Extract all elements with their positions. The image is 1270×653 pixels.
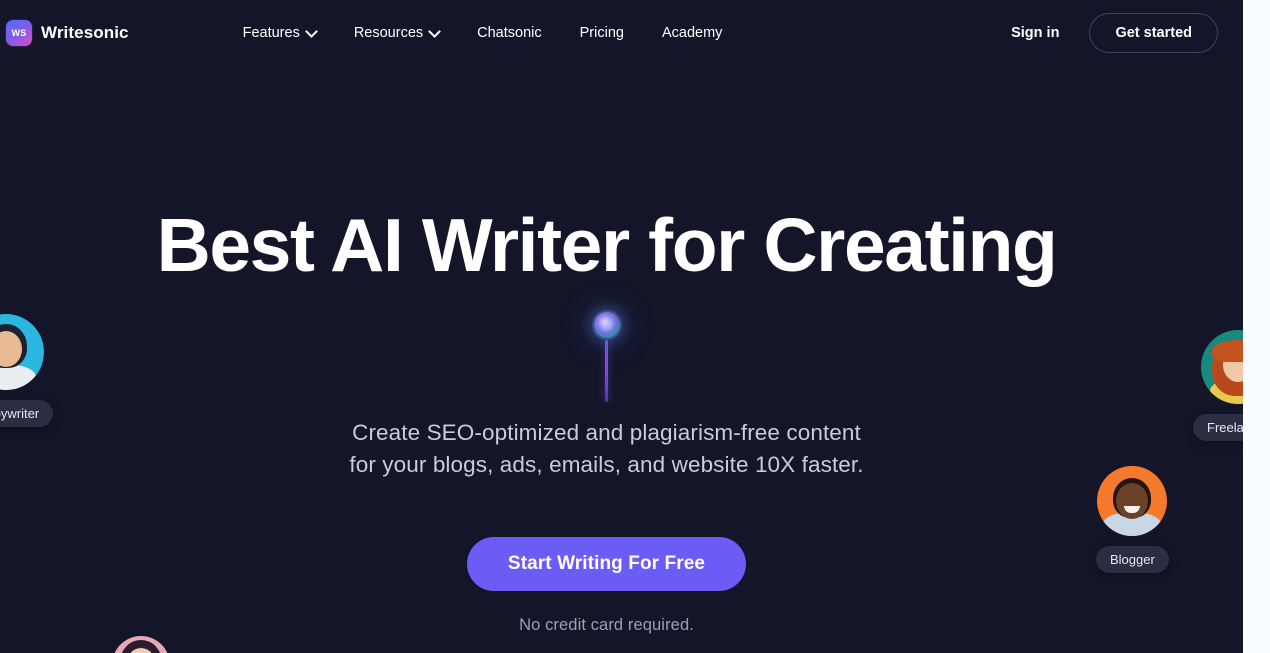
- nav-item-features[interactable]: Features: [224, 17, 335, 49]
- persona-copywriter[interactable]: Copywriter: [0, 314, 54, 427]
- persona-label: Copywriter: [0, 400, 54, 427]
- nav-item-label: Resources: [353, 25, 424, 41]
- persona-label: Blogger: [1096, 546, 1169, 573]
- text-caret-icon: [605, 340, 608, 402]
- persona-freelancer[interactable]: Freelancer: [1193, 330, 1243, 441]
- nav-item-pricing[interactable]: Pricing: [561, 17, 643, 49]
- no-credit-card-note: No credit card required.: [519, 616, 694, 634]
- avatar-illustration: [1201, 330, 1243, 404]
- site-viewport: WS Writesonic Features Resources Chatson…: [0, 0, 1243, 653]
- avatar-blogger: [1097, 466, 1168, 536]
- typing-cursor-animation: [0, 312, 1213, 402]
- brand-logo[interactable]: WS Writesonic: [6, 20, 129, 46]
- page-root: WS Writesonic Features Resources Chatson…: [0, 0, 1270, 653]
- glowing-orb-icon: [593, 312, 620, 338]
- hero-subheading-line-1: Create SEO-optimized and plagiarism-free…: [352, 420, 861, 445]
- nav-item-resources[interactable]: Resources: [335, 17, 458, 49]
- get-started-button[interactable]: Get started: [1089, 13, 1218, 53]
- nav-item-label: Pricing: [579, 25, 624, 41]
- writesonic-logo-icon: WS: [6, 20, 32, 46]
- avatar-illustration: [112, 636, 170, 653]
- top-navigation-bar: WS Writesonic Features Resources Chatson…: [0, 0, 1243, 66]
- page-right-gutter: [1243, 0, 1270, 653]
- start-writing-for-free-button[interactable]: Start Writing For Free: [466, 537, 747, 591]
- chevron-down-icon: [430, 27, 439, 36]
- hero-section: Best AI Writer for Creating Create SEO-o…: [0, 0, 1243, 653]
- hero-headline: Best AI Writer for Creating: [156, 203, 1058, 287]
- avatar-copywriter: [0, 314, 45, 390]
- hero-subheading: Create SEO-optimized and plagiarism-free…: [0, 417, 1213, 481]
- hero-cta-wrapper: Start Writing For Free: [0, 537, 1213, 591]
- nav-item-label: Academy: [661, 25, 723, 41]
- nav-item-label: Features: [242, 25, 300, 41]
- sign-in-link[interactable]: Sign in: [999, 17, 1071, 49]
- nav-item-label: Chatsonic: [477, 25, 542, 41]
- brand-name: Writesonic: [41, 23, 129, 42]
- persona-peek[interactable]: [112, 636, 170, 653]
- avatar-illustration: [1097, 466, 1167, 536]
- nav-links: Features Resources Chatsonic Pricing Aca…: [224, 17, 742, 49]
- avatar-illustration: [0, 314, 44, 390]
- logo-mark-text: WS: [11, 27, 27, 38]
- avatar-peek: [112, 636, 170, 653]
- chevron-down-icon: [307, 27, 316, 36]
- nav-item-chatsonic[interactable]: Chatsonic: [458, 17, 560, 49]
- hero-subheading-line-2: for your blogs, ads, emails, and website…: [349, 451, 864, 477]
- persona-blogger[interactable]: Blogger: [1096, 466, 1169, 573]
- nav-actions: Sign in Get started: [999, 13, 1218, 53]
- nav-item-academy[interactable]: Academy: [643, 17, 741, 49]
- avatar-freelancer: [1201, 330, 1243, 404]
- persona-label: Freelancer: [1193, 414, 1243, 441]
